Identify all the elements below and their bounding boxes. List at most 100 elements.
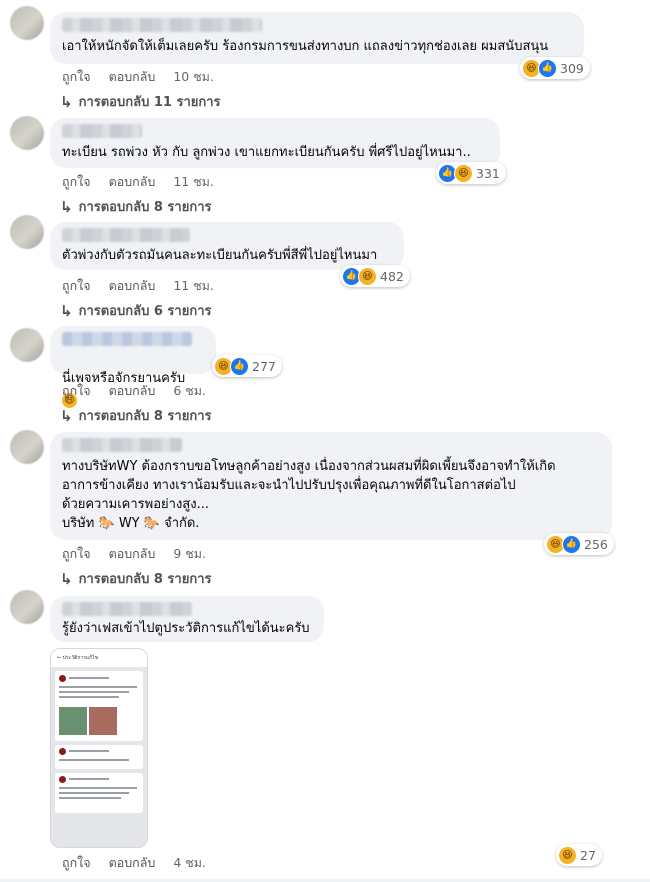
reaction-count: 27: [580, 847, 596, 863]
haha-reaction-icon: 😆: [454, 163, 473, 183]
reaction-count: 482: [380, 268, 404, 284]
haha-reaction-icon: 😆: [558, 845, 577, 865]
screenshot-photo: [59, 707, 87, 735]
like-button[interactable]: ถูกใจ: [62, 853, 91, 873]
screenshot-photo: [89, 707, 117, 735]
reply-button[interactable]: ตอบกลับ: [109, 381, 156, 401]
screenshot-header: ← ประวัติการแก้ไข: [51, 649, 147, 667]
screenshot-text-line: [59, 691, 129, 693]
timestamp: 4 ชม.: [173, 855, 206, 870]
comment-text: ทะเบียน รถพ่วง หัว กับ ลูกพ่วง เขาแยกทะเ…: [62, 145, 471, 160]
comment-actions: ถูกใจ ตอบกลับ 10 ชม.: [62, 67, 214, 87]
reply-button[interactable]: ตอบกลับ: [109, 276, 156, 296]
like-reaction-icon: 👍: [538, 58, 557, 78]
author-name-blurred[interactable]: [62, 602, 192, 616]
author-name-blurred[interactable]: [62, 332, 192, 346]
view-replies-link[interactable]: ↳ การตอบกลับ 8 รายการ: [60, 196, 211, 217]
screenshot-text-line: [69, 677, 109, 679]
screenshot-text-line: [59, 792, 129, 794]
avatar[interactable]: [10, 328, 44, 362]
screenshot-text-line: [59, 759, 129, 761]
reply-arrow-icon: ↳: [60, 301, 73, 320]
like-button[interactable]: ถูกใจ: [62, 544, 91, 564]
comment-bubble: ทางบริษัทWY ต้องกราบขอโทษลูกค้าอย่างสูง …: [50, 432, 612, 540]
like-button[interactable]: ถูกใจ: [62, 276, 91, 296]
reaction-count: 256: [584, 536, 608, 552]
comment-bubble: ตัวพ่วงกับตัวรถมันคนละทะเบียนกันครับพี่ส…: [50, 222, 404, 270]
reaction-summary[interactable]: 😆 👍 256: [544, 533, 614, 555]
reply-arrow-icon: ↳: [60, 406, 73, 425]
haha-reaction-icon: 😆: [358, 266, 377, 286]
replies-count-label: การตอบกลับ 8 รายการ: [78, 572, 212, 587]
timestamp: 11 ชม.: [173, 278, 214, 293]
reply-arrow-icon: ↳: [60, 92, 73, 111]
reply-arrow-icon: ↳: [60, 569, 73, 588]
reply-button[interactable]: ตอบกลับ: [109, 853, 156, 873]
view-replies-link[interactable]: ↳ การตอบกลับ 11 รายการ: [60, 91, 221, 112]
avatar[interactable]: [10, 6, 44, 40]
timestamp: 6 ชม.: [173, 383, 206, 398]
reaction-count: 331: [476, 165, 500, 181]
reaction-summary[interactable]: 😆 27: [556, 844, 602, 866]
reaction-summary[interactable]: 😆 👍 309: [520, 57, 590, 79]
screenshot-text-line: [59, 696, 119, 698]
comment-actions: ถูกใจ ตอบกลับ 4 ชม.: [62, 853, 206, 873]
comment-bubble: เอาให้หนักจัดให้เต็มเลยครับ ร้องกรมการขน…: [50, 12, 584, 64]
view-replies-link[interactable]: ↳ การตอบกลับ 8 รายการ: [60, 405, 211, 426]
comment-bubble: ทะเบียน รถพ่วง หัว กับ ลูกพ่วง เขาแยกทะเ…: [50, 118, 500, 168]
avatar[interactable]: [10, 116, 44, 150]
comment-text: ทางบริษัทWY ต้องกราบขอโทษลูกค้าอย่างสูง …: [62, 459, 556, 531]
replies-count-label: การตอบกลับ 8 รายการ: [78, 409, 212, 424]
timestamp: 10 ชม.: [173, 69, 214, 84]
screenshot-text-line: [59, 797, 121, 799]
replies-count-label: การตอบกลับ 11 รายการ: [78, 95, 221, 110]
author-name-blurred[interactable]: [62, 228, 190, 242]
comment-actions: ถูกใจ ตอบกลับ 11 ชม.: [62, 172, 214, 192]
screenshot-text-line: [69, 778, 109, 780]
reaction-count: 309: [560, 60, 584, 76]
reaction-summary[interactable]: 👍 😆 331: [436, 162, 506, 184]
reaction-summary[interactable]: 👍 😆 482: [340, 265, 410, 287]
reaction-count: 277: [252, 358, 276, 374]
view-replies-link[interactable]: ↳ การตอบกลับ 6 รายการ: [60, 300, 211, 321]
screenshot-header-text: ประวัติการแก้ไข: [62, 655, 99, 661]
screenshot-text-line: [69, 750, 109, 752]
screenshot-text-line: [59, 787, 137, 789]
screenshot-text-line: [59, 686, 137, 688]
screenshot-card: [55, 745, 143, 769]
screenshot-avatar: [59, 748, 66, 755]
like-button[interactable]: ถูกใจ: [62, 172, 91, 192]
author-name-blurred[interactable]: [62, 18, 262, 32]
comment-text: ตัวพ่วงกับตัวรถมันคนละทะเบียนกันครับพี่ส…: [62, 248, 378, 263]
replies-count-label: การตอบกลับ 6 รายการ: [78, 304, 212, 319]
avatar[interactable]: [10, 430, 44, 464]
screenshot-card: [55, 671, 143, 741]
timestamp: 9 ชม.: [173, 546, 206, 561]
like-button[interactable]: ถูกใจ: [62, 67, 91, 87]
timestamp: 11 ชม.: [173, 174, 214, 189]
avatar[interactable]: [10, 590, 44, 624]
comment-bubble: นี่เพจหรือจักรยานครับ 😄: [50, 326, 216, 408]
comment-actions: ถูกใจ ตอบกลับ 6 ชม.: [62, 381, 206, 401]
avatar[interactable]: [10, 215, 44, 249]
replies-count-label: การตอบกลับ 8 รายการ: [78, 200, 212, 215]
author-name-blurred[interactable]: [62, 438, 182, 452]
view-replies-link[interactable]: ↳ การตอบกลับ 8 รายการ: [60, 568, 211, 589]
screenshot-card: [55, 773, 143, 813]
comment-actions: ถูกใจ ตอบกลับ 11 ชม.: [62, 276, 214, 296]
screenshot-avatar: [59, 675, 66, 682]
reply-button[interactable]: ตอบกลับ: [109, 67, 156, 87]
reply-arrow-icon: ↳: [60, 197, 73, 216]
like-reaction-icon: 👍: [230, 356, 249, 376]
comment-actions: ถูกใจ ตอบกลับ 9 ชม.: [62, 544, 206, 564]
attached-screenshot[interactable]: ← ประวัติการแก้ไข: [50, 648, 148, 848]
comment-bubble: รู้ยังว่าเฟสเข้าไปตูประวัติการแก้ไขได้นะ…: [50, 596, 324, 642]
like-button[interactable]: ถูกใจ: [62, 381, 91, 401]
comment-text: เอาให้หนักจัดให้เต็มเลยครับ ร้องกรมการขน…: [62, 39, 549, 54]
reaction-summary[interactable]: 😆 👍 277: [212, 355, 282, 377]
reply-button[interactable]: ตอบกลับ: [109, 172, 156, 192]
reply-button[interactable]: ตอบกลับ: [109, 544, 156, 564]
comment-text: รู้ยังว่าเฟสเข้าไปตูประวัติการแก้ไขได้นะ…: [62, 621, 310, 636]
author-name-blurred[interactable]: [62, 124, 142, 138]
screenshot-avatar: [59, 776, 66, 783]
